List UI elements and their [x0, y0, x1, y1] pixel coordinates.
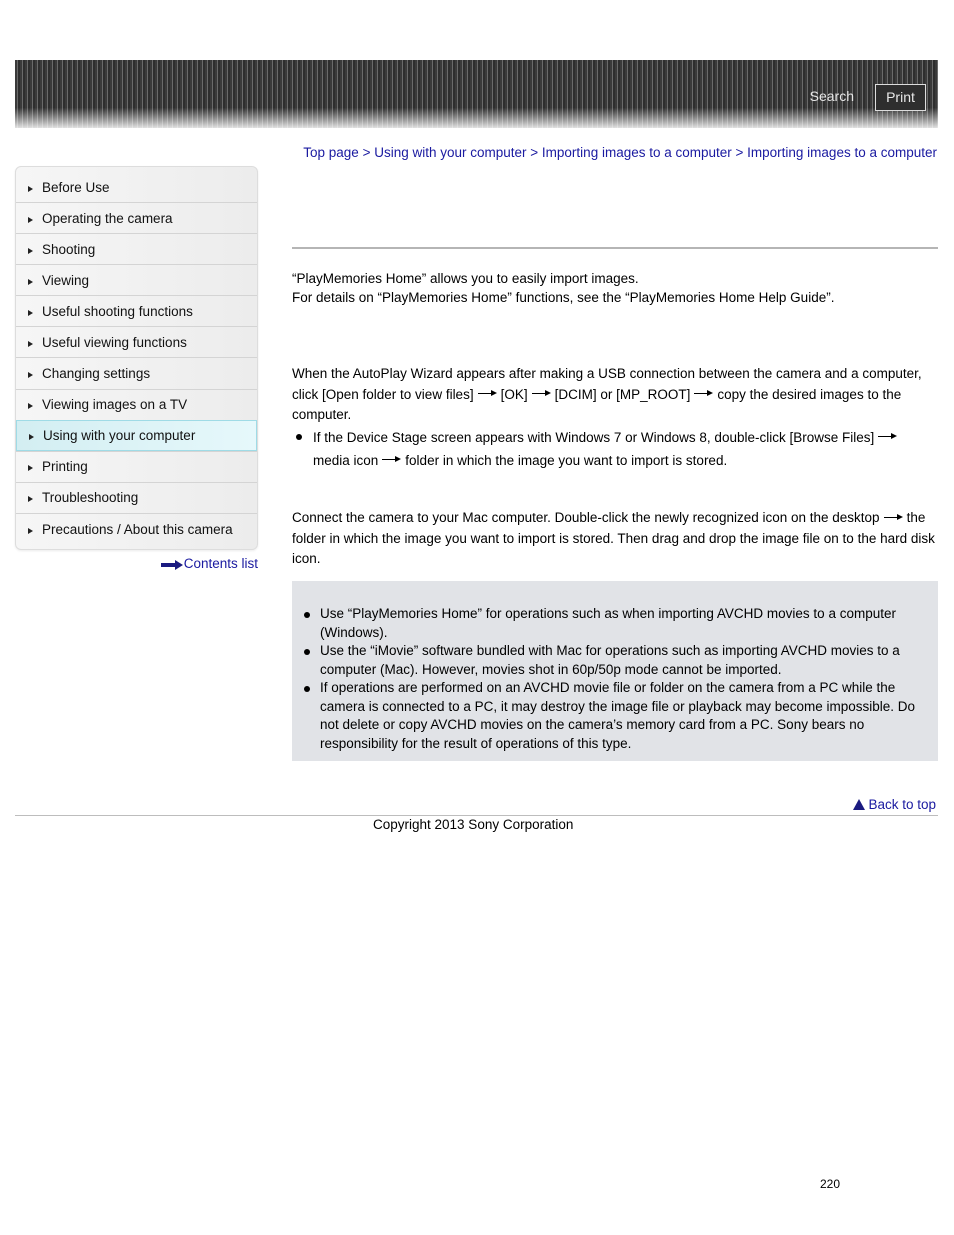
triangle-right-icon	[29, 433, 34, 440]
sidebar-item-label: Changing settings	[42, 366, 151, 382]
triangle-right-icon	[28, 186, 33, 192]
sidebar-item-label: Useful viewing functions	[42, 334, 187, 350]
sidebar-item-label: Precautions / About this camera	[42, 521, 233, 537]
triangle-right-icon	[28, 340, 33, 347]
sidebar-item-useful-viewing[interactable]: Useful viewing functions	[16, 326, 257, 357]
note-text: Use the “iMovie” software bundled with M…	[320, 643, 900, 677]
sidebar-item-shooting[interactable]: Shooting	[16, 233, 257, 264]
sidebar-item-before-use[interactable]: Before Use	[16, 167, 257, 202]
triangle-right-icon	[28, 309, 33, 316]
sidebar-item-label: Printing	[42, 459, 88, 475]
sidebar-item-label: Operating the camera	[42, 210, 173, 226]
page-number: 220	[820, 1177, 841, 1191]
windows-section: When the AutoPlay Wizard appears after m…	[292, 364, 938, 472]
list-item: Use “PlayMemories Home” for operations s…	[300, 605, 926, 642]
triangle-right-icon	[28, 372, 33, 379]
arrow-right-icon	[160, 558, 183, 571]
contents-list-label: Contents list	[183, 555, 258, 571]
sidebar-nav: Before Use Operating the camera Shooting…	[15, 166, 258, 550]
back-to-top-label: Back to top	[868, 797, 936, 812]
sidebar-item-label: Troubleshooting	[42, 490, 139, 506]
triangle-right-icon	[28, 278, 33, 285]
sidebar-item-label: Before Use	[42, 180, 110, 195]
sidebar-item-using-computer[interactable]: Using with your computer	[16, 419, 257, 451]
footer-divider	[15, 815, 938, 816]
intro-line-2: For details on “PlayMemories Home” funct…	[292, 289, 835, 305]
triangle-up-icon	[853, 799, 866, 810]
arrow-right-icon	[878, 433, 898, 441]
windows-step-text: [DCIM] or [MP_ROOT]	[554, 386, 691, 402]
list-item: If operations are performed on an AVCHD …	[300, 679, 926, 753]
windows-note-text: folder in which the image you want to im…	[405, 452, 728, 468]
sidebar-item-precautions[interactable]: Precautions / About this camera	[16, 512, 257, 549]
triangle-right-icon	[28, 527, 33, 534]
sidebar-item-label: Shooting	[42, 241, 96, 257]
triangle-right-icon	[28, 216, 33, 223]
list-item: If the Device Stage screen appears with …	[292, 426, 938, 472]
copyright-text: Copyright 2013 Sony Corporation	[373, 817, 574, 832]
intro-line-1: “PlayMemories Home” allows you to easily…	[292, 271, 639, 286]
note-box: Use “PlayMemories Home” for operations s…	[292, 581, 938, 761]
search-link[interactable]: Search	[810, 88, 854, 104]
mac-section: Connect the camera to your Mac computer.…	[292, 508, 938, 570]
sidebar-item-printing[interactable]: Printing	[16, 450, 257, 482]
header-bar: Search Print	[15, 60, 938, 128]
back-to-top-link[interactable]: Back to top	[853, 797, 936, 812]
sidebar-item-operating-camera[interactable]: Operating the camera	[16, 202, 257, 233]
note-text: If operations are performed on an AVCHD …	[320, 680, 916, 751]
triangle-right-icon	[28, 403, 33, 410]
breadcrumb: Top page > Using with your computer > Im…	[300, 143, 937, 162]
windows-note-text: media icon	[313, 452, 379, 468]
windows-note-text: If the Device Stage screen appears with …	[313, 429, 875, 445]
sidebar-item-changing-settings[interactable]: Changing settings	[16, 357, 257, 388]
bullet-icon	[300, 642, 320, 679]
triangle-right-icon	[28, 496, 33, 503]
arrow-right-icon	[382, 456, 402, 464]
triangle-right-icon	[28, 247, 33, 254]
list-item: Use the “iMovie” software bundled with M…	[300, 642, 926, 679]
arrow-right-icon	[531, 390, 551, 398]
sidebar: Before Use Operating the camera Shooting…	[15, 166, 258, 571]
sidebar-item-label: Useful shooting functions	[42, 303, 193, 319]
triangle-right-icon	[28, 465, 33, 472]
intro-section: “PlayMemories Home” allows you to easily…	[292, 270, 938, 307]
breadcrumb-using-computer[interactable]: Using with your computer	[374, 145, 526, 160]
breadcrumb-separator: >	[526, 145, 542, 160]
arrow-right-icon	[694, 390, 714, 398]
breadcrumb-top-page[interactable]: Top page	[303, 145, 359, 160]
print-button[interactable]: Print	[875, 84, 926, 111]
title-divider	[292, 247, 938, 249]
contents-list-link[interactable]: Contents list	[15, 556, 258, 571]
windows-step-text: [OK]	[500, 386, 528, 402]
windows-instructions: When the AutoPlay Wizard appears after m…	[292, 364, 938, 426]
arrow-right-icon	[477, 390, 497, 398]
arrow-right-icon	[883, 513, 903, 521]
sidebar-item-viewing[interactable]: Viewing	[16, 264, 257, 295]
breadcrumb-separator: >	[358, 145, 375, 160]
note-text: Use “PlayMemories Home” for operations s…	[320, 606, 896, 640]
breadcrumb-separator: >	[731, 145, 748, 160]
mac-step-text: Connect the camera to your Mac computer.…	[292, 510, 880, 525]
sidebar-item-useful-shooting[interactable]: Useful shooting functions	[16, 295, 257, 326]
bullet-icon	[300, 679, 320, 753]
sidebar-item-label: Using with your computer	[43, 427, 196, 443]
sidebar-item-label: Viewing	[42, 272, 90, 288]
mac-instructions: Connect the camera to your Mac computer.…	[292, 508, 938, 570]
breadcrumb-importing-images[interactable]: Importing images to a computer	[542, 145, 732, 160]
sidebar-item-viewing-tv[interactable]: Viewing images on a TV	[16, 388, 257, 420]
windows-note: If the Device Stage screen appears with …	[313, 426, 938, 472]
bullet-icon	[300, 605, 320, 642]
bullet-icon	[292, 426, 313, 472]
sidebar-item-troubleshooting[interactable]: Troubleshooting	[16, 481, 257, 513]
sidebar-item-label: Viewing images on a TV	[42, 397, 188, 413]
breadcrumb-current[interactable]: Importing images to a computer	[747, 145, 937, 160]
